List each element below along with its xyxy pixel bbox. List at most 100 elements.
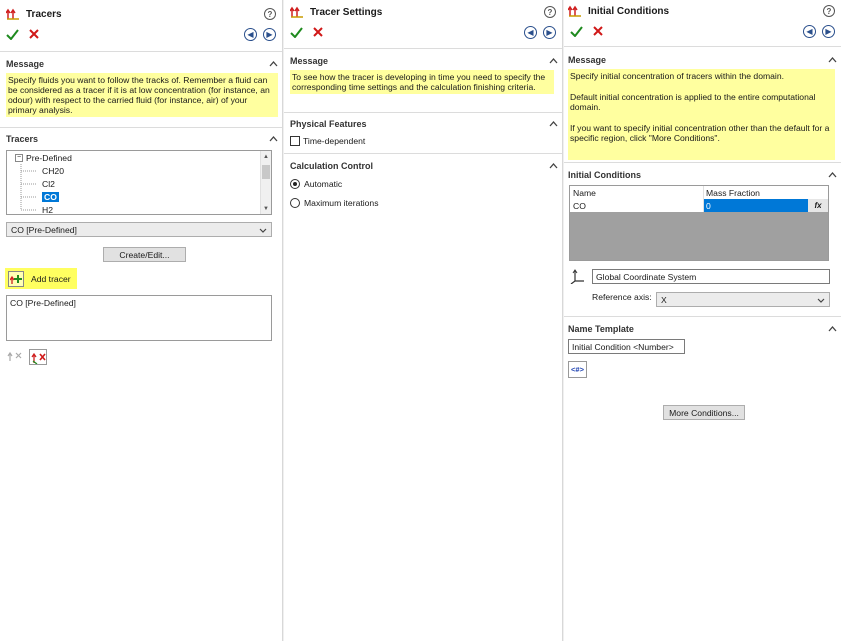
mass-fraction-input[interactable]: 0: [704, 199, 808, 212]
initial-conditions-panel: Initial Conditions ? ◀ ▶ Message Specify…: [564, 0, 841, 641]
back-arrow-icon[interactable]: ◀: [244, 27, 257, 41]
cancel-button[interactable]: [310, 25, 326, 39]
name-template-section: Name Template: [568, 322, 837, 336]
time-dependent-checkbox[interactable]: Time-dependent: [290, 134, 558, 147]
row-name-cell: CO: [570, 199, 704, 212]
tracers-list-section: Tracers: [6, 132, 278, 146]
initial-conditions-icon: [567, 4, 582, 18]
tracer-settings-icon: [289, 5, 304, 19]
reference-axis-select[interactable]: X: [656, 292, 830, 307]
scroll-up-icon[interactable]: ▲: [261, 151, 271, 162]
message-header: Message: [290, 56, 329, 66]
ic-message-text: Specify initial concentration of tracers…: [568, 69, 835, 160]
help-icon[interactable]: ?: [264, 8, 276, 20]
automatic-radio[interactable]: Automatic: [290, 177, 558, 190]
forward-arrow-icon[interactable]: ▶: [263, 27, 276, 41]
more-conditions-button[interactable]: More Conditions...: [663, 405, 745, 420]
chevron-up-icon[interactable]: [548, 119, 558, 129]
chevron-up-icon[interactable]: [827, 55, 837, 65]
remove-tracer-icon[interactable]: [7, 350, 23, 364]
grid-header-row: Name Mass Fraction: [570, 186, 828, 199]
settings-action-row: ◀ ▶: [288, 24, 556, 40]
nav-buttons: ◀ ▶: [803, 24, 835, 38]
tree-item-co[interactable]: CO: [7, 190, 271, 203]
ic-message-section: Message Specify initial concentration of…: [568, 53, 837, 160]
max-iterations-label: Maximum iterations: [304, 197, 379, 208]
cancel-button[interactable]: [590, 24, 606, 38]
scroll-thumb[interactable]: [262, 165, 270, 179]
chevron-up-icon[interactable]: [548, 161, 558, 171]
time-dependent-label: Time-dependent: [303, 135, 366, 146]
name-template-header: Name Template: [568, 324, 634, 334]
add-tracer-button[interactable]: Add tracer: [5, 268, 77, 289]
message-header: Message: [6, 59, 45, 69]
tree-root-label: Pre-Defined: [26, 152, 72, 163]
nav-buttons: ◀ ▶: [244, 27, 276, 41]
col-name-header: Name: [570, 186, 704, 199]
tracers-message-text: Specify fluids you want to follow the tr…: [6, 73, 278, 117]
ok-button[interactable]: [4, 27, 20, 41]
coordinate-system-field[interactable]: Global Coordinate System: [592, 269, 830, 284]
tracer-combo[interactable]: CO [Pre-Defined]: [6, 222, 272, 237]
create-edit-button[interactable]: Create/Edit...: [103, 247, 186, 262]
name-template-input[interactable]: Initial Condition <Number>: [568, 339, 685, 354]
chevron-up-icon[interactable]: [827, 324, 837, 334]
tree-item-label: CO: [42, 191, 59, 202]
checkbox-box[interactable]: [290, 135, 300, 146]
radio-unselected[interactable]: [290, 197, 300, 208]
tree-item-h2[interactable]: H2: [7, 203, 271, 215]
forward-arrow-icon[interactable]: ▶: [822, 24, 835, 38]
max-iterations-radio[interactable]: Maximum iterations: [290, 196, 558, 209]
ok-button[interactable]: [568, 24, 584, 38]
back-arrow-icon[interactable]: ◀: [524, 25, 537, 39]
scroll-down-icon[interactable]: ▼: [261, 203, 271, 214]
settings-title: Tracer Settings: [310, 6, 383, 18]
chevron-up-icon[interactable]: [268, 134, 278, 144]
physical-features-header: Physical Features: [290, 119, 367, 129]
col-mass-fraction-header: Mass Fraction: [706, 187, 760, 198]
help-icon[interactable]: ?: [823, 5, 835, 17]
tracer-combo-value: CO [Pre-Defined]: [11, 224, 77, 235]
settings-message-text: To see how the tracer is developing in t…: [290, 70, 554, 94]
chevron-up-icon[interactable]: [827, 170, 837, 180]
ic-action-row: ◀ ▶: [568, 23, 835, 39]
tracers-panel: Tracers ? ◀ ▶ Message Specify fluids you…: [0, 0, 283, 641]
ic-message-line: If you want to specify initial concentra…: [570, 123, 830, 143]
tree-item-ch20[interactable]: CH20: [7, 164, 271, 177]
back-arrow-icon[interactable]: ◀: [803, 24, 816, 38]
ic-message-line: Specify initial concentration of tracers…: [570, 71, 784, 81]
radio-selected[interactable]: [290, 178, 300, 189]
tracers-title-bar: Tracers ?: [5, 6, 276, 22]
ic-message-line: Default initial concentration is applied…: [570, 92, 816, 112]
chevron-up-icon[interactable]: [268, 59, 278, 69]
cancel-button[interactable]: [26, 27, 42, 41]
forward-arrow-icon[interactable]: ▶: [543, 25, 556, 39]
ic-grid: Name Mass Fraction CO 0 fx: [569, 185, 829, 261]
tree-item-cl2[interactable]: Cl2: [7, 177, 271, 190]
insert-number-token-button[interactable]: <#>: [568, 361, 587, 378]
tree-root-predefined[interactable]: − Pre-Defined: [7, 151, 271, 164]
ok-button[interactable]: [288, 25, 304, 39]
table-row[interactable]: CO 0 fx: [570, 199, 828, 212]
fx-icon[interactable]: fx: [808, 199, 828, 212]
tree-lines: [20, 164, 37, 211]
add-tracer-label: Add tracer: [31, 273, 71, 284]
added-tracer-item[interactable]: CO [Pre-Defined]: [10, 298, 268, 308]
ic-title: Initial Conditions: [588, 5, 670, 17]
nav-buttons: ◀ ▶: [524, 25, 556, 39]
calculation-control-header: Calculation Control: [290, 161, 373, 171]
added-tracers-list[interactable]: CO [Pre-Defined]: [6, 295, 272, 341]
delete-all-tracers-icon[interactable]: [29, 349, 47, 365]
automatic-label: Automatic: [304, 178, 343, 189]
tracer-tree[interactable]: − Pre-Defined CH20 Cl2 CO H2 ▲ ▼: [6, 150, 272, 215]
ic-values-section: Initial Conditions: [568, 168, 837, 182]
collapse-icon[interactable]: −: [15, 153, 23, 162]
help-icon[interactable]: ?: [544, 6, 556, 18]
settings-message-section: Message To see how the tracer is develop…: [290, 54, 558, 94]
ic-header: Initial Conditions: [568, 170, 641, 180]
tracers-action-row: ◀ ▶: [4, 26, 276, 42]
coordinate-system-icon: [570, 269, 585, 286]
tree-scrollbar[interactable]: ▲ ▼: [260, 151, 271, 214]
chevron-up-icon[interactable]: [548, 56, 558, 66]
tree-item-label: H2: [42, 204, 53, 215]
